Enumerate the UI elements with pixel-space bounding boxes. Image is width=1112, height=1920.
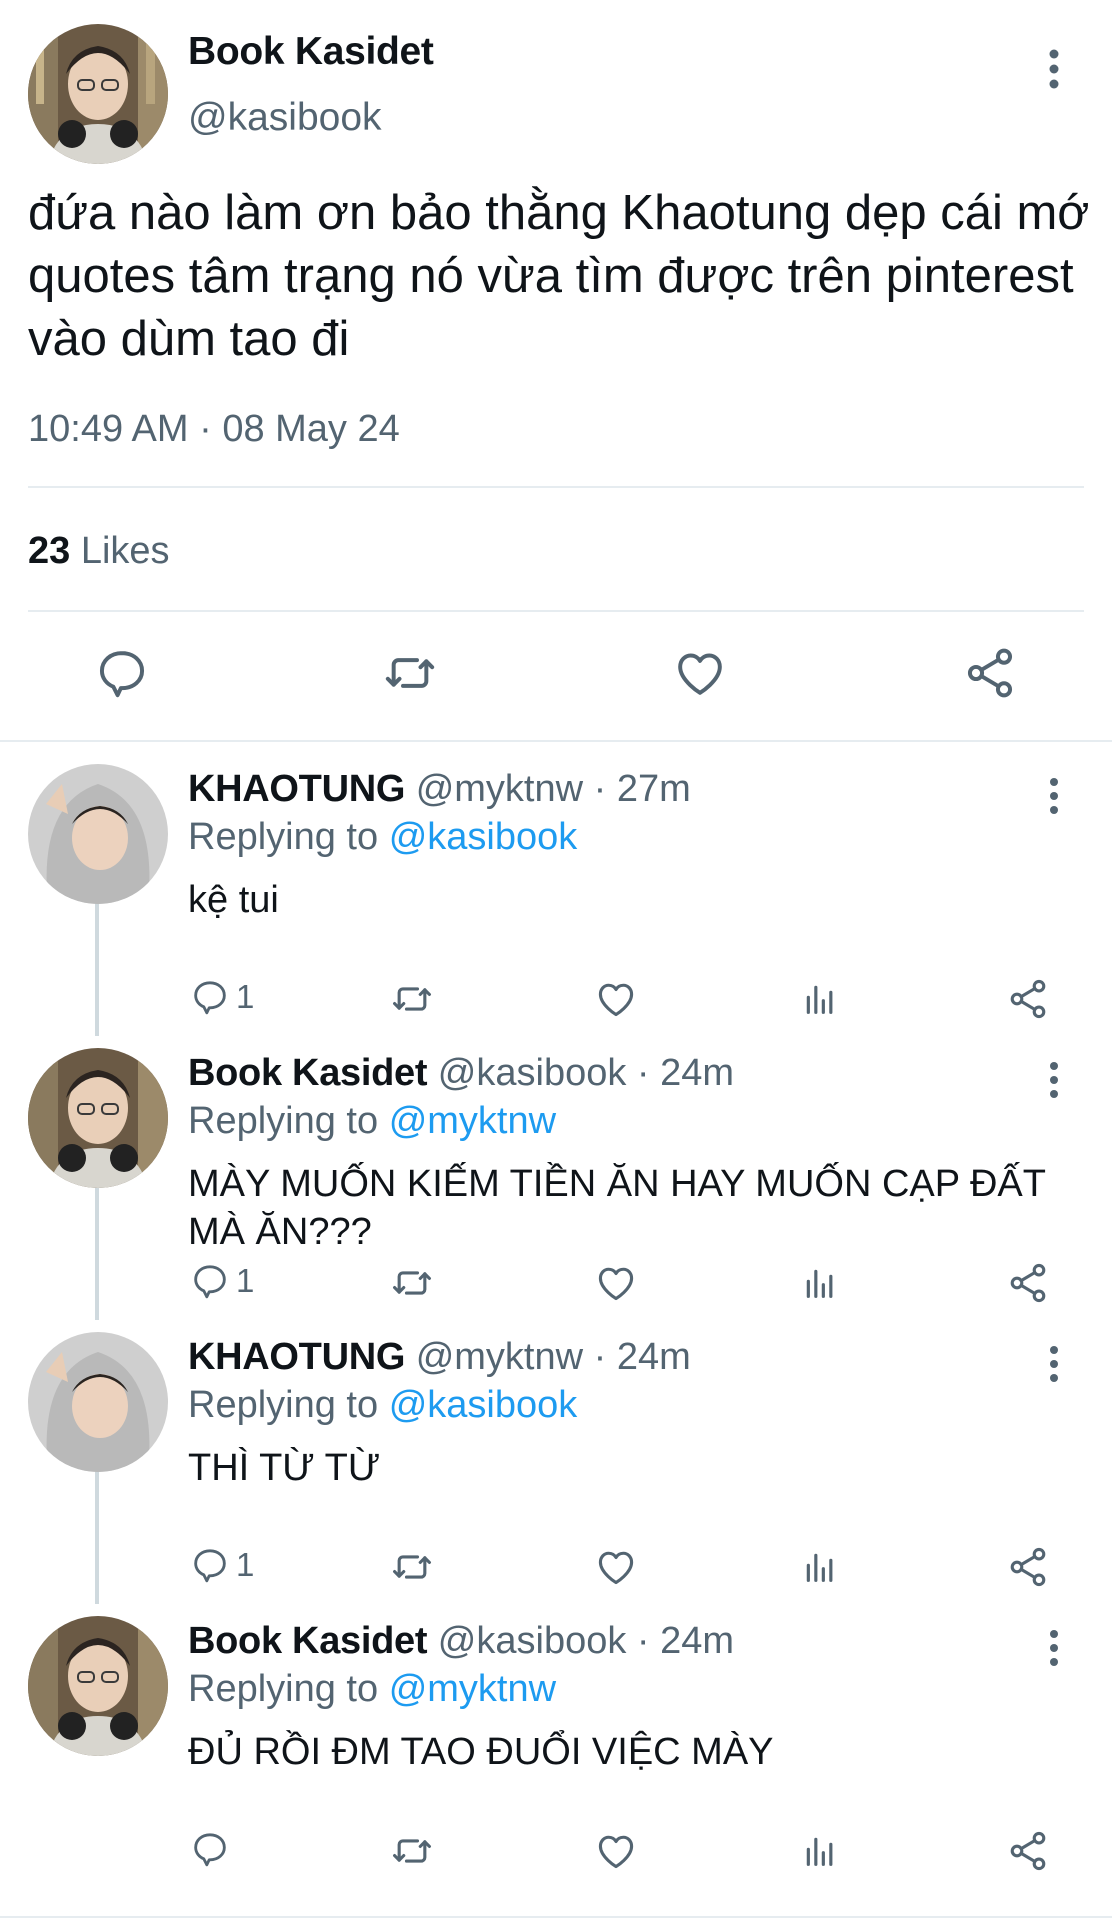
reply-count: 1 [236,1262,255,1299]
share-icon[interactable] [1006,1260,1050,1306]
reply-tweet[interactable]: Book Kasidet @kasibook · 24m Replying to… [0,1034,1112,1320]
avatar-book-kasidet[interactable] [28,1048,168,1188]
more-options-icon[interactable] [1036,774,1072,818]
replying-prefix: Replying to [188,1384,379,1426]
reply-author-name[interactable]: Book Kasidet [188,1052,428,1094]
divider [0,1916,1112,1918]
reply-button[interactable]: 1 [190,1258,254,1304]
replying-prefix: Replying to [188,816,379,858]
replying-prefix: Replying to [188,1668,379,1710]
reply-icon [194,1265,226,1299]
likes-label: Likes [80,530,170,572]
reply-count: 1 [236,978,255,1015]
like-icon[interactable] [594,976,638,1022]
replying-to: Replying to @kasibook [188,816,577,859]
tweet-timestamp[interactable]: 10:49 AM · 08 May 24 [28,408,400,451]
reply-button[interactable]: 1 [190,1542,254,1588]
like-icon[interactable] [594,1828,638,1874]
reply-icon [194,981,226,1015]
reply-text: ĐỦ RỒI ĐM TAO ĐUỔI VIỆC MÀY [188,1731,774,1773]
more-options-icon[interactable] [1036,1342,1072,1386]
reply-header: KHAOTUNG @myktnw · 24m [188,1336,691,1379]
reply-header: Book Kasidet @kasibook · 24m [188,1052,734,1095]
retweet-icon[interactable] [390,976,434,1022]
reply-meta[interactable]: @myktnw · 27m [416,768,691,810]
divider [28,610,1084,612]
replying-to: Replying to @kasibook [188,1384,577,1427]
more-options-icon[interactable] [1036,1058,1072,1102]
reply-text: MÀY MUỐN KIẾM TIỀN ĂN HAY MUỐN CẠP ĐẤT M… [188,1163,1046,1253]
replying-mention-link[interactable]: @myktnw [389,1668,556,1710]
thread-line [95,896,99,1036]
reply-tweet[interactable]: KHAOTUNG @myktnw · 24m Replying to @kasi… [0,1318,1112,1604]
author-name[interactable]: Book Kasidet [188,30,434,74]
more-options-icon[interactable] [1034,44,1074,94]
replying-mention-link[interactable]: @kasibook [389,816,578,858]
like-icon[interactable] [672,645,728,701]
more-options-icon[interactable] [1036,1626,1072,1670]
avatar-book-kasidet[interactable] [28,24,168,164]
reply-text: kệ tui [188,879,279,921]
likes-stat[interactable]: 23 Likes [28,530,170,573]
divider [28,486,1084,488]
replying-mention-link[interactable]: @myktnw [389,1100,556,1142]
replying-prefix: Replying to [188,1100,379,1142]
reply-meta[interactable]: @kasibook · 24m [438,1052,734,1094]
share-icon[interactable] [1006,1544,1050,1590]
author-handle[interactable]: @kasibook [188,96,382,140]
share-icon[interactable] [962,645,1018,701]
thread-line [95,1180,99,1320]
replying-to: Replying to @myktnw [188,1100,556,1143]
reply-tweet[interactable]: Book Kasidet @kasibook · 24m Replying to… [0,1602,1112,1886]
analytics-icon[interactable] [800,1544,840,1590]
share-icon[interactable] [1006,976,1050,1022]
reply-text: THÌ TỪ TỪ [188,1447,381,1489]
reply-button[interactable]: 1 [190,974,254,1020]
retweet-icon[interactable] [390,1828,434,1874]
tweet-thread-page: Book Kasidet @kasibook đứa nào làm ơn bả… [0,0,1112,1920]
avatar-khaotung[interactable] [28,764,168,904]
analytics-icon[interactable] [800,1828,840,1874]
share-icon[interactable] [1006,1828,1050,1874]
retweet-icon[interactable] [390,1260,434,1306]
main-tweet: Book Kasidet @kasibook đứa nào làm ơn bả… [0,0,1112,742]
tweet-text: đứa nào làm ơn bảo thằng Khaotung dẹp cá… [28,186,1090,366]
reply-author-name[interactable]: KHAOTUNG [188,1336,405,1378]
reply-meta[interactable]: @myktnw · 24m [416,1336,691,1378]
replying-mention-link[interactable]: @kasibook [389,1384,578,1426]
analytics-icon[interactable] [800,1260,840,1306]
replying-to: Replying to @myktnw [188,1668,556,1711]
likes-count: 23 [28,530,71,572]
reply-icon [194,1833,226,1867]
avatar-khaotung[interactable] [28,1332,168,1472]
like-icon[interactable] [594,1260,638,1306]
reply-tweet[interactable]: KHAOTUNG @myktnw · 27m Replying to @kasi… [0,750,1112,1036]
reply-count: 1 [236,1546,255,1583]
reply-author-name[interactable]: KHAOTUNG [188,768,405,810]
reply-meta[interactable]: @kasibook · 24m [438,1620,734,1662]
reply-icon[interactable] [94,645,150,701]
avatar-book-kasidet[interactable] [28,1616,168,1756]
reply-author-name[interactable]: Book Kasidet [188,1620,428,1662]
like-icon[interactable] [594,1544,638,1590]
reply-icon [194,1549,226,1583]
reply-button[interactable] [190,1826,236,1872]
reply-header: KHAOTUNG @myktnw · 27m [188,768,691,811]
thread-line [95,1464,99,1604]
retweet-icon[interactable] [390,1544,434,1590]
retweet-icon[interactable] [382,645,438,701]
analytics-icon[interactable] [800,976,840,1022]
reply-header: Book Kasidet @kasibook · 24m [188,1620,734,1663]
